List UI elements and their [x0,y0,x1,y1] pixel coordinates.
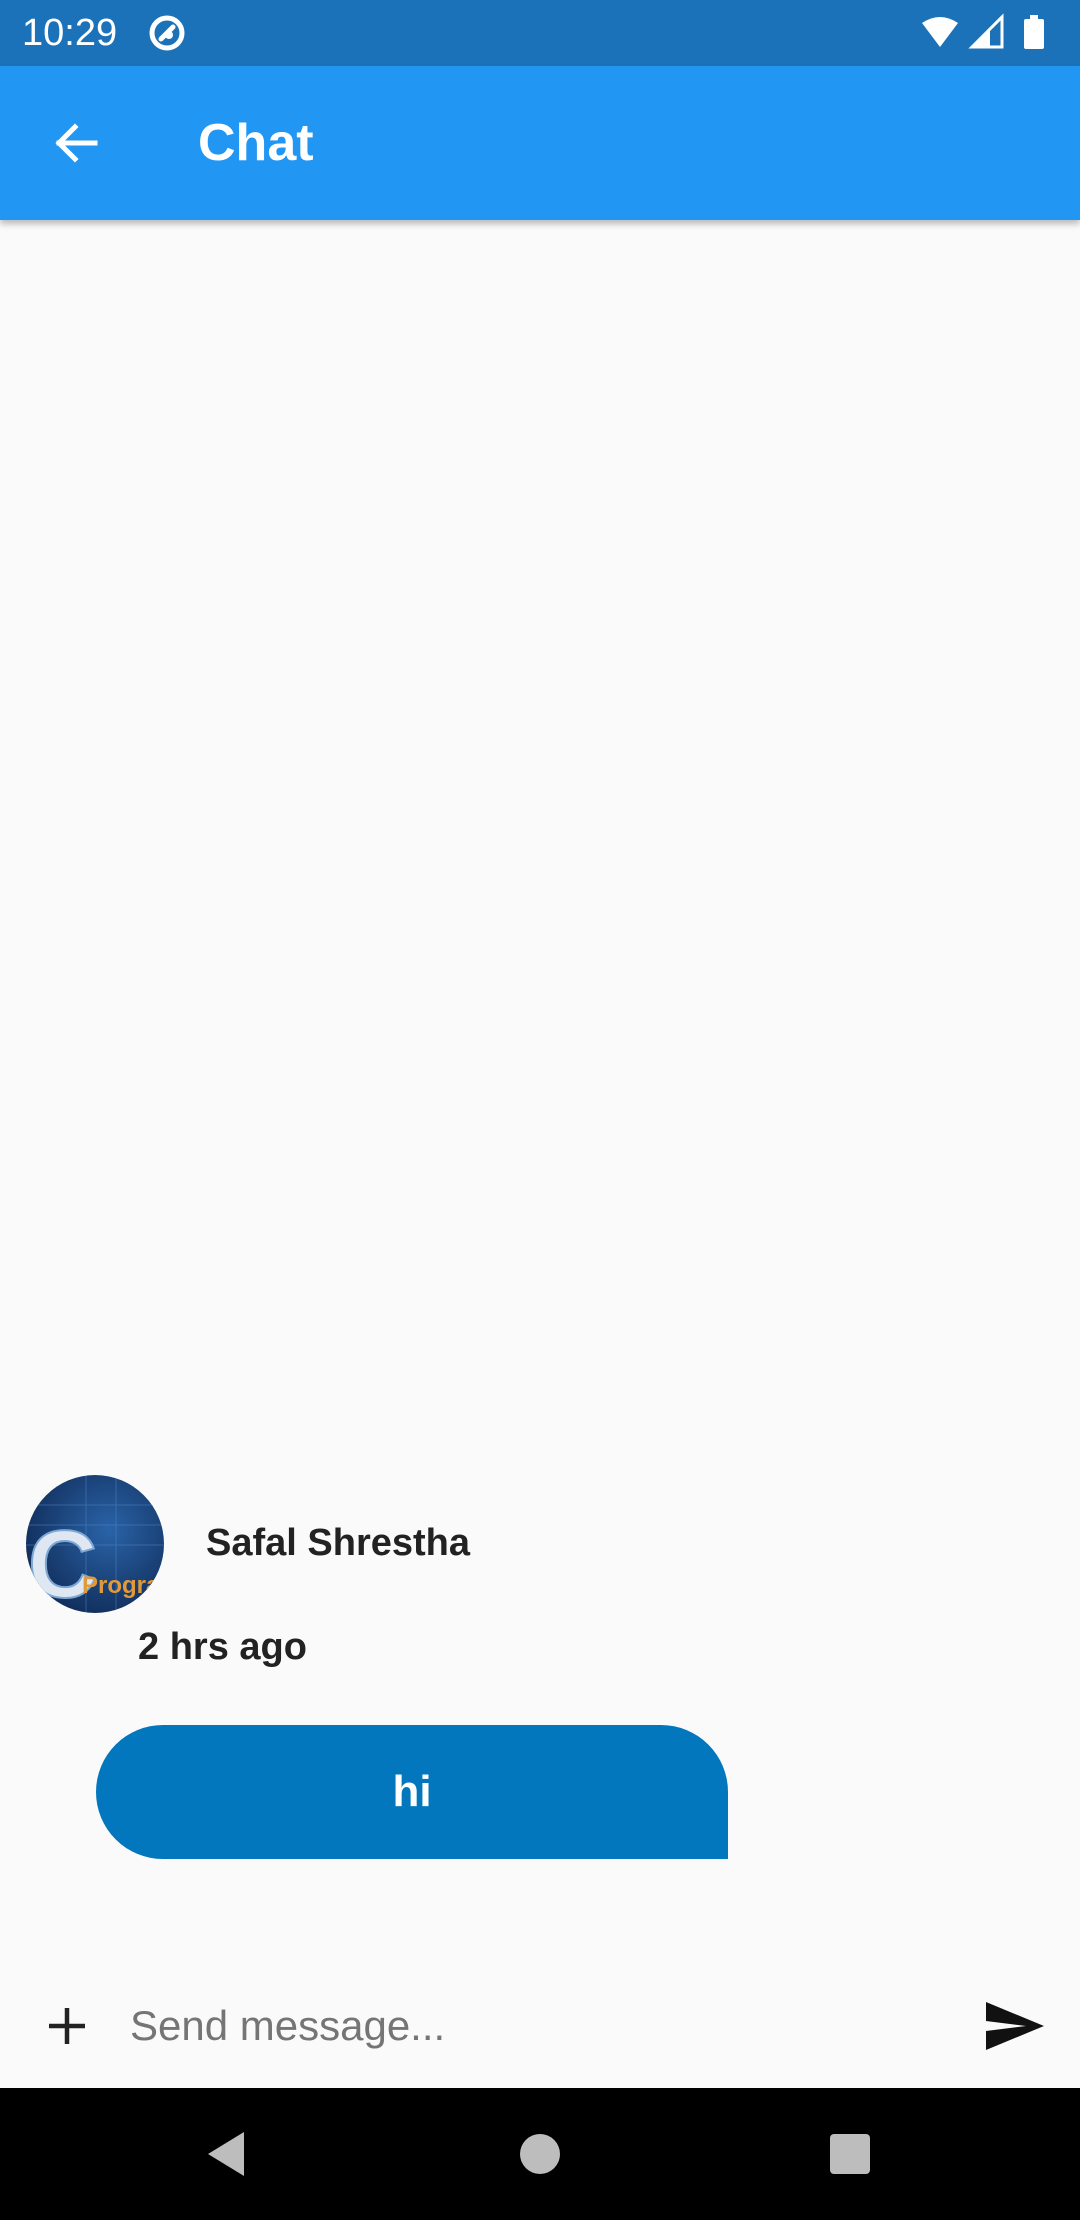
app-bar: Chat [0,66,1080,220]
avatar[interactable]: C Progra [26,1475,164,1613]
status-time: 10:29 [22,12,118,54]
system-nav-bar [0,2088,1080,2220]
message-timestamp: 2 hrs ago [138,1626,307,1668]
back-triangle-icon [208,2132,244,2176]
back-button[interactable] [40,111,112,175]
recents-square-icon [830,2134,870,2174]
status-icons [920,13,1060,53]
plus-icon [49,2008,85,2044]
send-icon [986,2002,1044,2050]
nav-back-button[interactable] [186,2118,266,2190]
nav-home-button[interactable] [500,2118,580,2190]
signal-icon [968,13,1004,49]
sender-name: Safal Shrestha [206,1522,470,1564]
message-input[interactable] [130,1985,950,2067]
arrow-left-icon [55,123,98,163]
message-bubble[interactable]: hi [96,1725,728,1859]
home-circle-icon [520,2134,560,2174]
nav-recents-button[interactable] [810,2118,890,2190]
chat-message-list[interactable] [0,220,1080,1965]
message-composer [0,1965,1080,2088]
battery-icon [1024,15,1044,49]
status-bar: 10:29 [0,0,1080,66]
add-attachment-button[interactable] [30,1989,104,2063]
page-title: Chat [198,114,314,172]
wifi-icon [922,17,958,47]
send-button[interactable] [975,1989,1055,2063]
message-text: hi [392,1767,432,1816]
app-notification-icon [148,14,186,52]
